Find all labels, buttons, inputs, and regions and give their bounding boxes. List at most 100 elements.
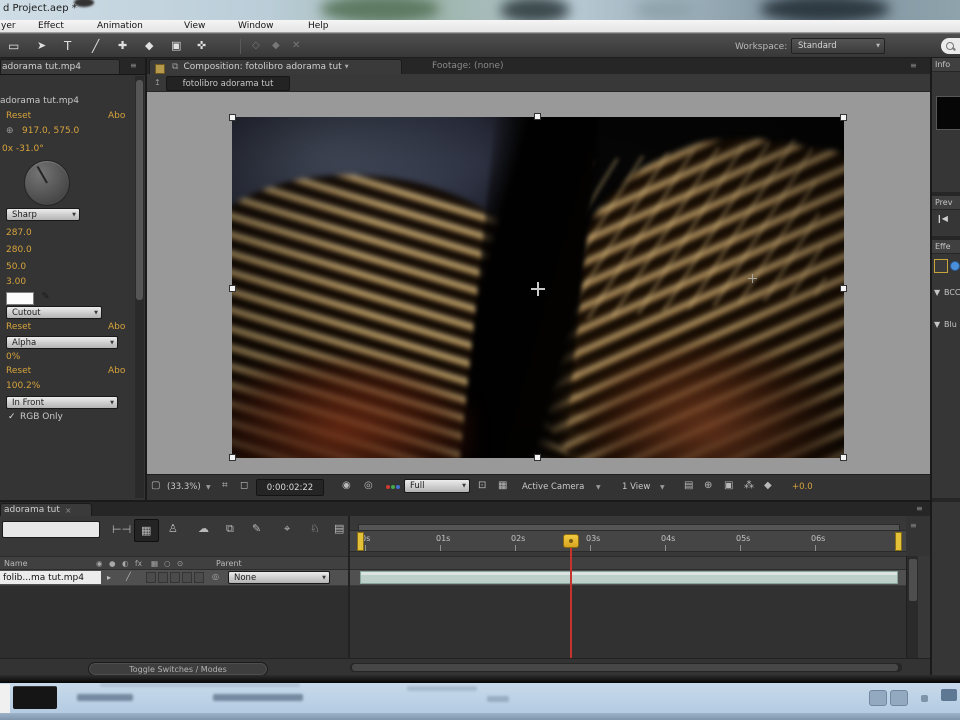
comp-marker-icon[interactable]: ≡ (910, 522, 917, 530)
camera-dropdown[interactable]: Active Camera (522, 482, 584, 492)
eyedropper-icon[interactable]: ✐ (39, 291, 50, 299)
param-value[interactable]: 287.0 (6, 228, 32, 238)
layer-name-field[interactable]: folib...ma tut.mp4 (0, 571, 101, 584)
timeline-vscrollbar[interactable] (906, 556, 918, 658)
work-area-start-handle[interactable] (357, 532, 364, 551)
effects-help-icon[interactable] (950, 261, 960, 271)
time-ruler[interactable]: 0s 01s 02s 03s 04s 05s 06s (350, 530, 906, 552)
about-link[interactable]: Abo (108, 366, 125, 376)
percent-value[interactable]: 0% (6, 352, 20, 362)
region-of-interest-icon[interactable]: ⊡ (478, 481, 486, 491)
draft3d-toggle-icon[interactable]: ♙ (168, 523, 178, 534)
layer-switch-cell[interactable] (158, 572, 168, 583)
column-header-name[interactable]: Name (4, 559, 28, 568)
selection-handle[interactable] (229, 285, 236, 292)
scrollbar-thumb[interactable] (136, 80, 143, 300)
effect-controls-tab[interactable]: adorama tut.mp4 (0, 59, 120, 74)
selection-handle[interactable] (840, 285, 847, 292)
resolution-dropdown[interactable]: Full ▼ (404, 479, 470, 493)
about-link[interactable]: Abo (108, 111, 125, 121)
panel-menu-icon[interactable]: ≡ (130, 62, 137, 70)
tool-text-icon[interactable]: T (64, 40, 71, 52)
reset-link[interactable]: Reset (6, 322, 31, 332)
selection-handle[interactable] (534, 454, 541, 461)
param-value[interactable]: 50.0 (6, 262, 26, 272)
menu-item-help[interactable]: Help (308, 21, 329, 31)
menu-item-layer[interactable]: yer (1, 21, 16, 31)
render-dropdown[interactable]: Sharp ▼ (6, 208, 80, 221)
timeline-tab[interactable]: adorama tut × (0, 503, 92, 516)
reset-link[interactable]: Reset (6, 111, 31, 121)
frame-blend-icon[interactable]: ⧉ (226, 523, 234, 534)
color-swatch[interactable] (6, 292, 34, 305)
pickwhip-icon[interactable]: ◎ (212, 573, 219, 581)
effects-search-icon[interactable] (934, 259, 948, 273)
column-divider[interactable] (348, 516, 350, 658)
fast-preview-icon[interactable]: ◆ (764, 481, 772, 491)
info-panel-header[interactable]: Info (932, 58, 960, 72)
player-small-icon[interactable] (921, 695, 928, 702)
breadcrumb-comp-button[interactable]: fotolibro adorama tut (166, 76, 290, 91)
player-control-button[interactable] (869, 690, 887, 706)
mask-visibility-icon[interactable]: ◻ (240, 481, 248, 491)
channel-dropdown[interactable]: Alpha ▼ (6, 336, 118, 349)
timecode-box[interactable]: 0:00:02:22 (256, 479, 324, 496)
title-bar[interactable]: d Project.aep * (0, 0, 960, 20)
effects-tree-twirl[interactable]: ▼ (934, 320, 940, 329)
in-out-icon[interactable]: ⊢⊣ (112, 524, 131, 535)
show-snapshot-icon[interactable]: ◎ (364, 481, 373, 491)
timeline-hscrollbar[interactable] (350, 663, 902, 672)
video-thumb-button[interactable] (13, 686, 57, 709)
footage-tab[interactable]: Footage: (none) (432, 61, 504, 71)
tool-hand-icon[interactable]: ➤ (37, 40, 46, 51)
timeline-vscrollbar-thumb[interactable] (909, 559, 917, 601)
tool-eraser-icon[interactable]: ◆ (145, 40, 153, 51)
chevron-down-icon[interactable]: ▼ (206, 484, 211, 491)
backing-dropdown[interactable]: Cutout ▼ (6, 306, 102, 319)
effects-tree-item[interactable]: BCC (944, 288, 960, 297)
pixel-aspect-icon[interactable]: ⁂ (744, 481, 754, 491)
selection-handle[interactable] (534, 113, 541, 120)
transparency-grid-icon[interactable]: ▦ (498, 481, 507, 491)
snapshot-icon[interactable]: ◉ (342, 481, 351, 491)
order-dropdown[interactable]: In Front ▼ (6, 396, 118, 409)
panel-menu-icon[interactable]: ≡ (910, 62, 917, 70)
composition-tab[interactable]: ⧉ Composition: fotolibro adorama tut ▼ (149, 59, 402, 74)
angle-dial[interactable] (24, 160, 70, 206)
breadcrumb-up-icon[interactable]: ↥ (154, 79, 161, 87)
tool-pen-icon[interactable]: ╱ (92, 40, 99, 52)
first-frame-button[interactable]: ❙◀ (936, 214, 948, 223)
scrollbar-track[interactable] (135, 76, 144, 498)
brainstorm-icon[interactable]: ⌖ (284, 523, 290, 534)
preview-panel-header[interactable]: Prev (932, 196, 960, 210)
angle-value[interactable]: 0x -31.0° (2, 144, 44, 154)
player-share-icon[interactable] (941, 689, 957, 701)
effects-tree-twirl[interactable]: ▼ (934, 288, 940, 297)
player-control-button[interactable] (890, 690, 908, 706)
timeline-search-input[interactable] (2, 521, 100, 538)
effect-point-icon[interactable]: ⊕ (6, 127, 14, 136)
workspace-search-input[interactable] (941, 38, 960, 54)
twirl-icon[interactable]: ▸ (107, 574, 111, 582)
layer-switch-cell[interactable] (146, 572, 156, 583)
layer-switch-cell[interactable] (182, 572, 192, 583)
auto-keyframe-icon[interactable]: ♘ (310, 523, 320, 534)
rgb-only-checkbox[interactable]: ✓ (8, 412, 16, 422)
param-value[interactable]: 280.0 (6, 245, 32, 255)
toggle-switches-modes-button[interactable]: Toggle Switches / Modes (88, 662, 268, 676)
exposure-value[interactable]: +0.0 (792, 482, 813, 492)
workspace-dropdown[interactable]: Standard ▼ (791, 38, 885, 54)
timeline-hscrollbar-thumb[interactable] (352, 664, 898, 671)
point-value[interactable]: 917.0, 575.0 (22, 126, 79, 136)
work-area-end-handle[interactable] (895, 532, 902, 551)
mini-flowchart-icon[interactable]: ⊕ (704, 481, 712, 491)
menu-item-effect[interactable]: Effect (38, 21, 64, 31)
layer-switch-cell[interactable] (194, 572, 204, 583)
current-time-indicator[interactable] (563, 534, 579, 548)
tool-selection-icon[interactable]: ▭ (8, 40, 19, 52)
pressed-toggle-frame[interactable]: ▦ (134, 519, 159, 542)
reset-link[interactable]: Reset (6, 366, 31, 376)
tool-stamp-icon[interactable]: ▣ (171, 40, 181, 51)
selection-handle[interactable] (840, 454, 847, 461)
panel-menu-icon[interactable]: ≡ (916, 505, 923, 513)
